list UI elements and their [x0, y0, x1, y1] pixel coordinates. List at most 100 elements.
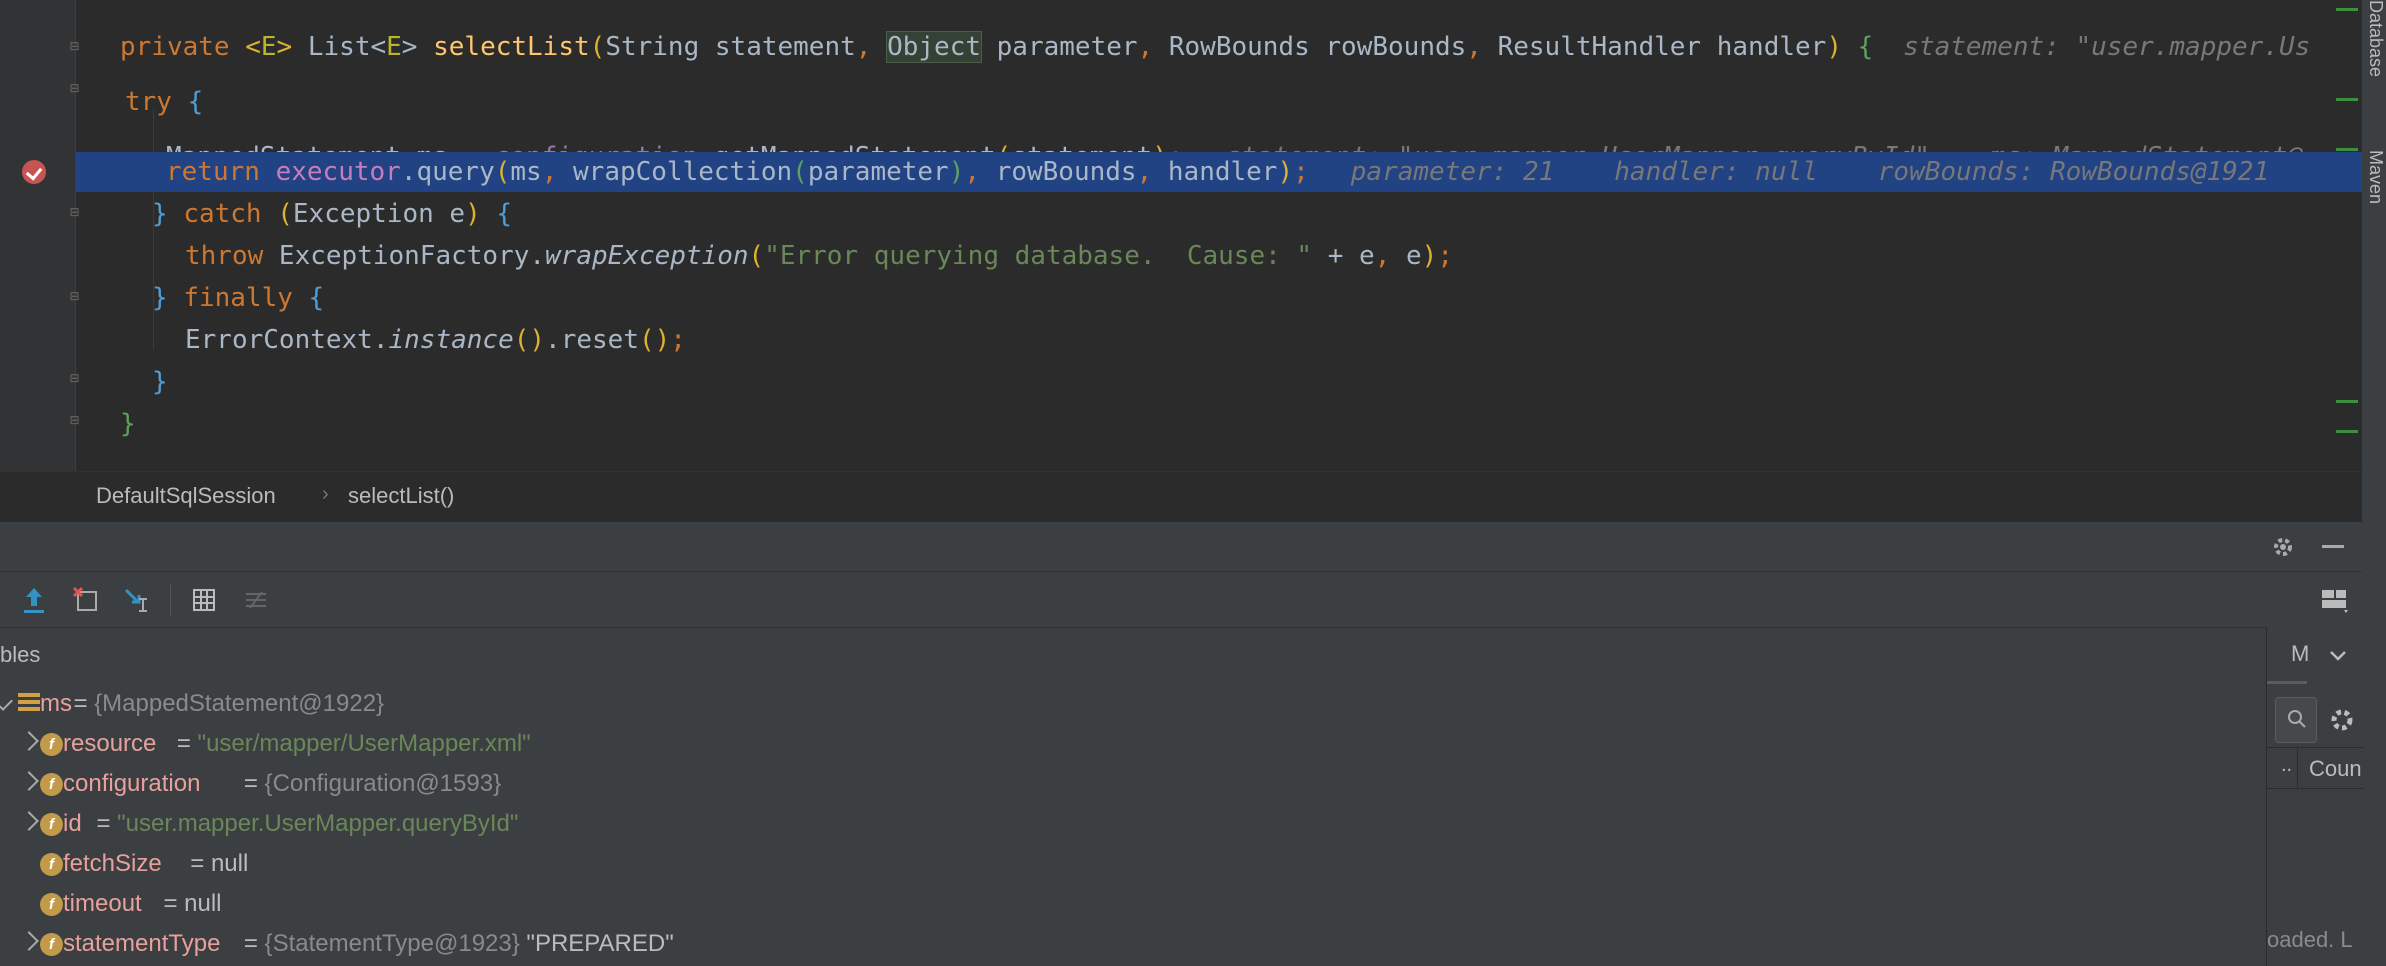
variable-row-id[interactable]: f id = "user.mapper.UserMapper.queryById" [0, 804, 2266, 844]
variable-name: timeout [63, 890, 142, 917]
class-ref: ExceptionFactory. [278, 241, 546, 271]
breadcrumb-class[interactable]: DefaultSqlSession [96, 483, 276, 509]
search-icon [2288, 710, 2306, 728]
comma: , [964, 157, 996, 187]
variable-name: fetchSize [63, 850, 162, 877]
arg: wrapCollection [573, 157, 793, 187]
gear-icon[interactable] [2327, 705, 2357, 735]
code-editor[interactable]: ⊟ ⊟ ⊟ ⊟ ⊟ ⊟ private <E> List<E> selectLi… [0, 0, 2386, 471]
breadcrumb-method[interactable]: selectList() [348, 483, 454, 509]
brace: } [120, 409, 136, 439]
paren: ) [1421, 241, 1438, 271]
method-name: selectList [433, 32, 590, 62]
code-line-6[interactable]: throw ExceptionFactory.wrapException("Er… [121, 236, 2386, 276]
variable-row-configuration[interactable]: f configuration = {Configuration@1593} [0, 764, 2266, 804]
expand-arrow-icon[interactable] [19, 731, 39, 751]
run-to-cursor-icon[interactable] [120, 582, 156, 618]
variable-value: = "user/mapper/UserMapper.xml" [170, 730, 531, 757]
return-type: List [307, 32, 371, 62]
breadcrumb-separator: › [322, 483, 329, 505]
minimize-icon[interactable] [2322, 545, 2344, 548]
fold-marker-try[interactable]: ⊟ [68, 82, 81, 95]
watches-tab-underline [2267, 681, 2307, 684]
gutter-divider [75, 0, 76, 471]
variables-tree[interactable]: ms = {MappedStatement@1922} f resource = "… [0, 684, 2266, 966]
code-line-9[interactable]: } [100, 362, 2386, 402]
paren: ) [948, 157, 965, 187]
variables-title: bles [0, 642, 41, 667]
paren: () [638, 325, 671, 355]
paren-close: ) [1826, 32, 1858, 62]
field-icon: f [40, 733, 63, 756]
comma: , [1466, 32, 1498, 62]
variable-value: = null [183, 850, 249, 877]
variable-row-fetchSize[interactable]: f fetchSize = null [0, 844, 2266, 884]
expand-arrow-icon[interactable] [19, 771, 39, 791]
watches-tab[interactable]: M [2291, 641, 2309, 667]
method-call: .query [400, 157, 495, 187]
code-line-1[interactable]: private <E> List<E> selectList(String st… [76, 27, 2386, 67]
brace: } [152, 367, 168, 397]
generic-close: > [276, 32, 308, 62]
step-out-icon[interactable] [16, 582, 52, 618]
code-line-2[interactable]: try { [100, 82, 2386, 122]
variable-row-timeout[interactable]: f timeout = null [0, 884, 2266, 924]
editor-gutter[interactable] [0, 0, 76, 471]
fold-marker-finally[interactable]: ⊟ [68, 290, 81, 303]
code-line-10[interactable]: } [76, 404, 2386, 444]
scroll-mark [2336, 148, 2358, 151]
expr: + e [1312, 241, 1375, 271]
generic-type: E [260, 32, 277, 62]
expand-arrow-icon[interactable] [19, 811, 39, 831]
database-tab[interactable]: Database [2362, 0, 2386, 110]
fold-marker-try-end[interactable]: ⊟ [68, 372, 81, 385]
brace: { [187, 87, 204, 117]
variable-name: resource [63, 730, 157, 757]
maven-tab[interactable]: Maven [2362, 150, 2386, 260]
collapse-arrow-icon[interactable] [0, 691, 13, 711]
code-line-7[interactable]: } finally { [100, 278, 2386, 318]
expand-arrow-icon[interactable] [19, 931, 39, 951]
field-icon: f [40, 893, 63, 916]
method-call: .reset [545, 325, 639, 355]
settings-gear-icon[interactable] [2270, 534, 2296, 560]
scroll-mark [2336, 400, 2358, 403]
variable-row-statementType[interactable]: f statementType = {StatementType@1923} "P… [0, 924, 2266, 964]
fold-marker-catch[interactable]: ⊟ [68, 206, 81, 219]
param-statement: String statement [605, 32, 856, 62]
code-line-5[interactable]: } catch (Exception e) { [100, 194, 2386, 234]
type-param: E [386, 32, 402, 62]
code-line-8[interactable]: ErrorContext.instance().reset(); [121, 320, 2386, 360]
paren: ) [465, 199, 497, 229]
param-type-object: Object [886, 31, 982, 63]
brace: } [152, 283, 184, 313]
code-line-4[interactable]: return executor.query(ms, wrapCollection… [121, 152, 2386, 192]
editor-scrollbar[interactable] [2334, 0, 2360, 471]
scroll-mark [2336, 8, 2358, 11]
trace-icon[interactable] [238, 582, 274, 618]
col-divider [2297, 748, 2298, 788]
field-icon: f [40, 773, 63, 796]
breakpoint-icon[interactable] [22, 160, 46, 184]
kw-throw: throw [185, 241, 279, 271]
loaded-status: oaded. L [2267, 927, 2353, 952]
param-handler: ResultHandler handler [1497, 32, 1827, 62]
brace: { [496, 199, 513, 229]
variable-value: = {MappedStatement@1922} [66, 690, 385, 717]
field-icon: f [40, 813, 63, 836]
variable-row-ms[interactable]: ms = {MappedStatement@1922} [0, 684, 2266, 724]
paren: ( [277, 199, 293, 229]
scroll-mark [2336, 430, 2358, 433]
drop-frame-icon[interactable] [68, 582, 104, 618]
right-tool-strip: Database Maven [2362, 0, 2386, 966]
arg: parameter [807, 157, 949, 187]
debug-panel-header [0, 521, 2362, 572]
inline-hint: rowBounds: RowBounds@1921 [1877, 157, 2270, 187]
watch-search-input[interactable] [2275, 697, 2317, 743]
evaluate-expression-icon[interactable] [186, 582, 222, 618]
kw-finally: finally [183, 283, 309, 313]
variable-row-resource[interactable]: f resource = "user/mapper/UserMapper.xml" [0, 724, 2266, 764]
scroll-mark [2336, 98, 2358, 101]
layout-icon[interactable] [2320, 588, 2350, 614]
chevron-down-icon[interactable] [2329, 649, 2347, 663]
